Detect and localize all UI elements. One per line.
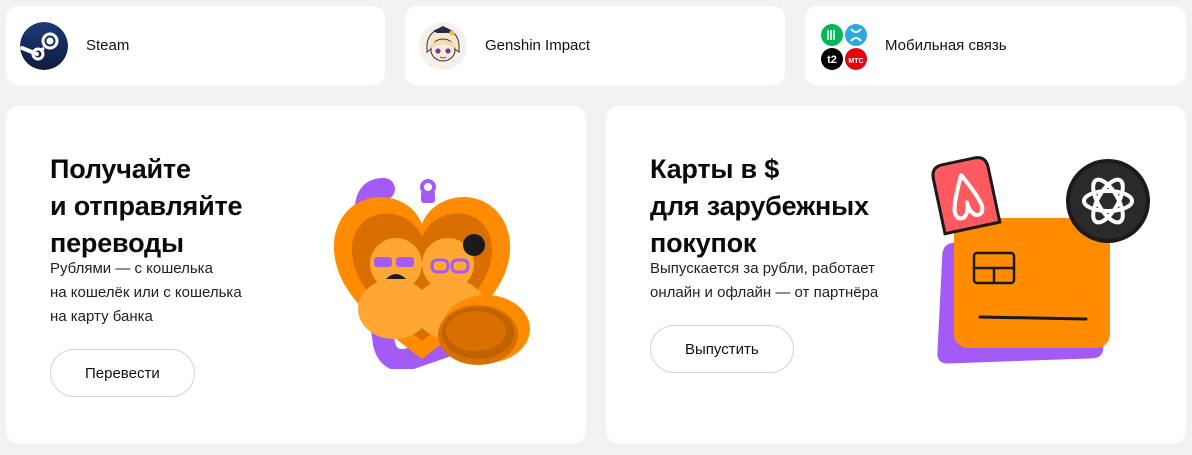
card-description: Выпускается за рубли, работает онлайн и … bbox=[650, 260, 879, 301]
issue-card-button[interactable]: Выпустить bbox=[650, 325, 794, 373]
tile-mobile[interactable]: t2 МТС Мобильная связь bbox=[805, 6, 1186, 85]
heart-locket-coin-illustration bbox=[333, 178, 530, 369]
mobile-operators-icon: t2 МТС bbox=[819, 22, 867, 70]
dollar-cards-card[interactable]: Карты в $ для зарубежных покупок Выпуска… bbox=[606, 105, 1186, 444]
tile-genshin-impact[interactable]: Genshin Impact bbox=[405, 6, 785, 85]
transfers-card[interactable]: Получайте и отправляйте переводы Рублями… bbox=[6, 105, 586, 444]
tile-label: Genshin Impact bbox=[485, 37, 591, 54]
card-title: Карты в $ для зарубежных покупок bbox=[650, 154, 869, 258]
tile-label: Steam bbox=[86, 37, 130, 54]
card-description: Рублями — с кошелька на кошелёк или с ко… bbox=[50, 260, 242, 325]
t2-logo-text: t2 bbox=[827, 54, 837, 66]
card-title: Получайте и отправляйте переводы bbox=[50, 154, 243, 258]
card-airbnb-openai-illustration bbox=[931, 156, 1150, 364]
steam-logo-icon bbox=[20, 21, 68, 70]
genshin-character-icon bbox=[419, 21, 467, 70]
tile-label: Мобильная связь bbox=[885, 37, 1007, 54]
mts-logo-text: МТС bbox=[848, 58, 863, 65]
tile-steam[interactable]: Steam bbox=[6, 6, 385, 85]
transfer-button[interactable]: Перевести bbox=[50, 349, 195, 397]
